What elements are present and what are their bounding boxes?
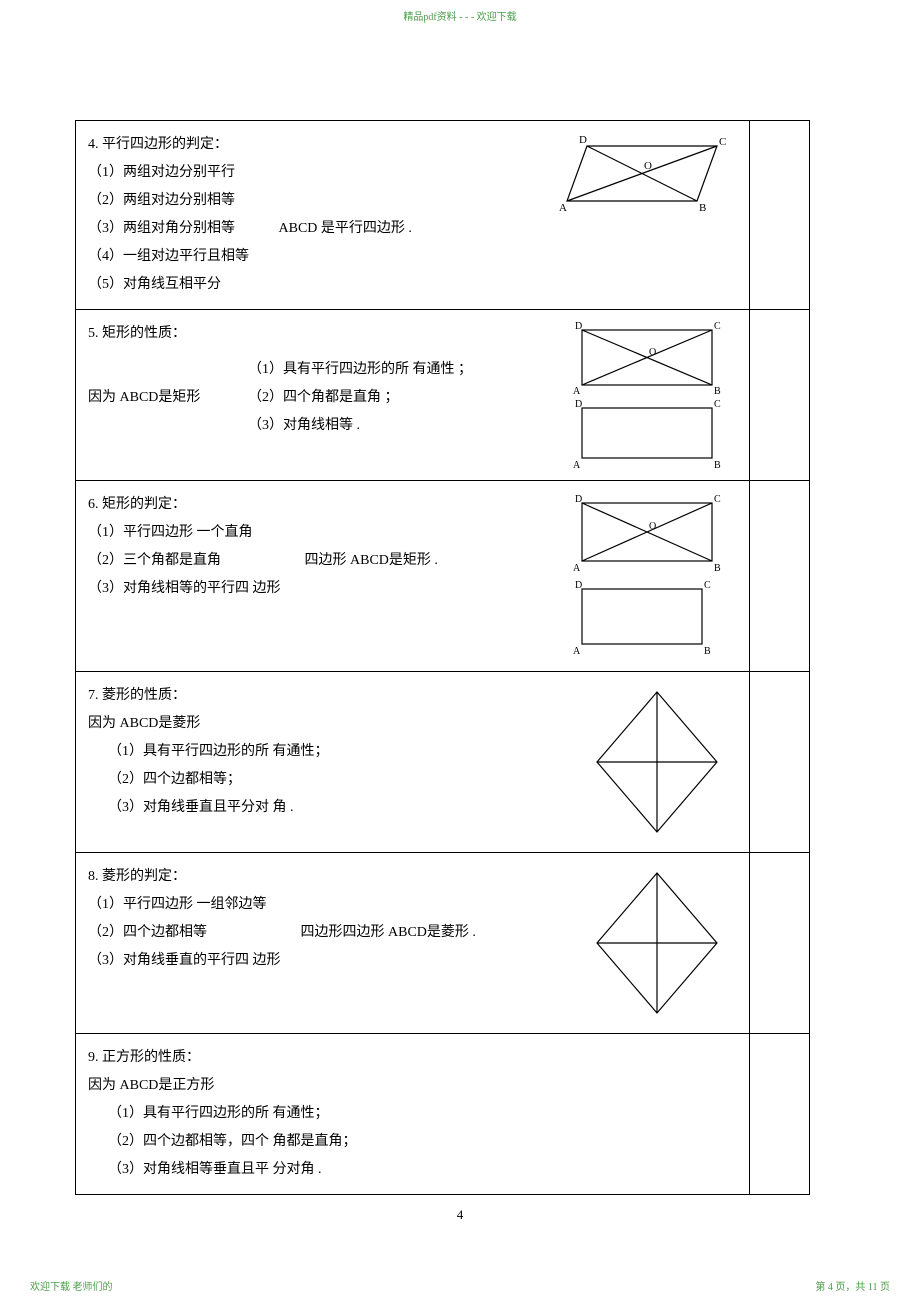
table-row: 4. 平行四边形的判定： （1）两组对边分别平行 （2）两组对边分别相等 （3）… (76, 121, 810, 310)
cell-main: 6. 矩形的判定： （1）平行四边形 一个直角 （2）三个角都是直角 四边形 A… (76, 481, 750, 672)
svg-text:A: A (573, 460, 581, 470)
svg-text:C: C (704, 580, 711, 591)
list-item: （2）四个角都是直角 ； (248, 384, 547, 412)
page: 精品pdf资料 - - - 欢迎下载 4. 平行四边形的判定： （1）两组对边分… (0, 0, 920, 1303)
figure-rectangle-pair-2: D C A B O D C A B (547, 491, 737, 661)
header-watermark: 精品pdf资料 - - - 欢迎下载 (0, 8, 920, 23)
list-item: （2）两组对边分别相等 (88, 187, 527, 215)
figure-parallelogram: A B C D O (527, 131, 737, 221)
svg-text:A: A (559, 202, 567, 214)
list-item: （4）一组对边平行且相等 (88, 243, 527, 271)
section-5-text: 5. 矩形的性质： 因为 ABCD是矩形 （1）具有平行四边形的所 有通性 ； … (88, 320, 547, 440)
table-row: 6. 矩形的判定： （1）平行四边形 一个直角 （2）三个角都是直角 四边形 A… (76, 481, 810, 672)
conclusion-text: ABCD 是平行四边形 . (279, 215, 412, 243)
svg-text:C: C (714, 494, 721, 505)
svg-text:A: A (573, 646, 581, 657)
svg-text:C: C (714, 399, 721, 410)
footer-right: 第 4 页，共 11 页 (815, 1278, 890, 1293)
svg-text:B: B (704, 646, 711, 657)
section-6-text: 6. 矩形的判定： （1）平行四边形 一个直角 （2）三个角都是直角 四边形 A… (88, 491, 547, 603)
rectangle-icon: D C A B O D C A B (567, 320, 737, 470)
table-row: 9. 正方形的性质： 因为 ABCD是正方形 （1）具有平行四边形的所 有通性；… (76, 1034, 810, 1195)
cell-side (750, 310, 810, 481)
section-title: 9. 正方形的性质： (88, 1044, 737, 1072)
conclusion-text: 四边形 ABCD是矩形 . (305, 547, 438, 575)
list-item: （3）对角线垂直且平分对 角 . (88, 794, 557, 822)
table-row: 5. 矩形的性质： 因为 ABCD是矩形 （1）具有平行四边形的所 有通性 ； … (76, 310, 810, 481)
cell-side (750, 853, 810, 1034)
section-4-text: 4. 平行四边形的判定： （1）两组对边分别平行 （2）两组对边分别相等 （3）… (88, 131, 527, 299)
content-table: 4. 平行四边形的判定： （1）两组对边分别平行 （2）两组对边分别相等 （3）… (75, 120, 810, 1195)
svg-text:D: D (575, 321, 582, 332)
svg-text:A: A (573, 563, 581, 574)
parallelogram-icon: A B C D O (547, 131, 737, 221)
cell-side (750, 672, 810, 853)
lead-text: 因为 ABCD是正方形 (88, 1072, 737, 1100)
list-item: （5）对角线互相平分 (88, 271, 527, 299)
list-item: （2）四个边都相等； (88, 766, 557, 794)
cell-main: 5. 矩形的性质： 因为 ABCD是矩形 （1）具有平行四边形的所 有通性 ； … (76, 310, 750, 481)
cell-main: 4. 平行四边形的判定： （1）两组对边分别平行 （2）两组对边分别相等 （3）… (76, 121, 750, 310)
figure-rhombus-2 (557, 863, 737, 1023)
table-row: 8. 菱形的判定： （1）平行四边形 一组邻边等 （2）四个边都相等 四边形四边… (76, 853, 810, 1034)
rhombus-icon (577, 863, 737, 1023)
svg-text:O: O (649, 521, 656, 532)
list-item: （1）两组对边分别平行 (88, 159, 527, 187)
rhombus-icon (577, 682, 737, 842)
section-title: 5. 矩形的性质： (88, 320, 547, 348)
list-item: （1）具有平行四边形的所 有通性 ； (248, 356, 547, 384)
list-item: （1）平行四边形 一组邻边等 (88, 891, 557, 919)
cell-side (750, 1034, 810, 1195)
svg-text:C: C (719, 136, 726, 148)
footer-left: 欢迎下载 老师们的 (30, 1278, 113, 1293)
figure-rhombus (557, 682, 737, 842)
svg-text:B: B (699, 202, 706, 214)
list-item: （1）平行四边形 一个直角 (88, 519, 547, 547)
cell-main: 9. 正方形的性质： 因为 ABCD是正方形 （1）具有平行四边形的所 有通性；… (76, 1034, 750, 1195)
section-9-text: 9. 正方形的性质： 因为 ABCD是正方形 （1）具有平行四边形的所 有通性；… (88, 1044, 737, 1184)
cell-main: 8. 菱形的判定： （1）平行四边形 一组邻边等 （2）四个边都相等 四边形四边… (76, 853, 750, 1034)
svg-text:O: O (649, 347, 656, 358)
svg-text:O: O (644, 160, 652, 172)
section-title: 7. 菱形的性质： (88, 682, 557, 710)
conclusion-text: 四边形四边形 ABCD是菱形 . (301, 919, 476, 947)
section-8-text: 8. 菱形的判定： （1）平行四边形 一组邻边等 （2）四个边都相等 四边形四边… (88, 863, 557, 975)
svg-text:B: B (714, 386, 721, 397)
list-item: （3）对角线相等垂直且平 分对角 . (88, 1156, 737, 1184)
section-title: 8. 菱形的判定： (88, 863, 557, 891)
list-item: （3）对角线相等 . (248, 412, 547, 440)
list-item: （3）对角线垂直的平行四 边形 (88, 947, 557, 975)
section-title: 6. 矩形的判定： (88, 491, 547, 519)
cell-side (750, 121, 810, 310)
svg-text:D: D (575, 494, 582, 505)
section-7-text: 7. 菱形的性质： 因为 ABCD是菱形 （1）具有平行四边形的所 有通性； （… (88, 682, 557, 822)
cell-side (750, 481, 810, 672)
list-item: （1）具有平行四边形的所 有通性； (88, 1100, 737, 1128)
svg-text:A: A (573, 386, 581, 397)
svg-text:D: D (575, 399, 582, 410)
svg-text:B: B (714, 460, 721, 470)
svg-text:D: D (579, 134, 587, 146)
rectangle-icon: D C A B O D C A B (567, 491, 737, 661)
list-item: （1）具有平行四边形的所 有通性； (88, 738, 557, 766)
list-item: （3）对角线相等的平行四 边形 (88, 575, 547, 603)
figure-rectangle-pair: D C A B O D C A B (547, 320, 737, 470)
cell-main: 7. 菱形的性质： 因为 ABCD是菱形 （1）具有平行四边形的所 有通性； （… (76, 672, 750, 853)
table-row: 7. 菱形的性质： 因为 ABCD是菱形 （1）具有平行四边形的所 有通性； （… (76, 672, 810, 853)
list-item: （2）三个角都是直角 (88, 553, 221, 568)
lead-text: 因为 ABCD是菱形 (88, 710, 557, 738)
list-item: （2）四个边都相等，四个 角都是直角； (88, 1128, 737, 1156)
page-number: 4 (0, 1207, 920, 1223)
svg-text:C: C (714, 321, 721, 332)
lead-text: 因为 ABCD是矩形 (88, 384, 248, 412)
section-title: 4. 平行四边形的判定： (88, 131, 527, 159)
list-item: （2）四个边都相等 (88, 925, 207, 940)
svg-text:D: D (575, 580, 582, 591)
svg-text:B: B (714, 563, 721, 574)
list-item: （3）两组对角分别相等 (88, 221, 235, 236)
